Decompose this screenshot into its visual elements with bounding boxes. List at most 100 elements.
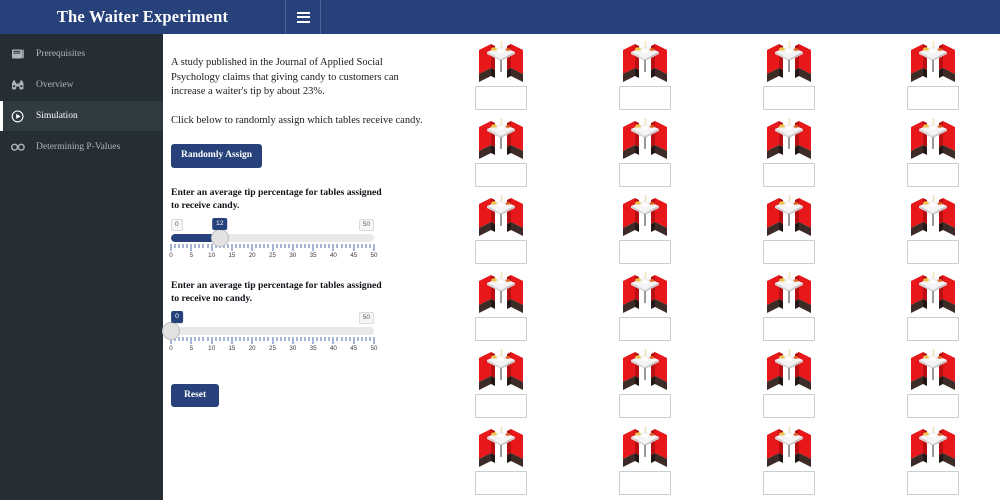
table-tip-input[interactable] — [475, 240, 527, 264]
table-cell — [600, 269, 744, 346]
restaurant-booth-icon — [763, 269, 815, 315]
candy-slider-label: Enter an average tip percentage for tabl… — [171, 186, 382, 211]
sidebar-item-label: Overview — [36, 80, 74, 90]
candy-tip-slider[interactable]: 0 50 12 0 5 10 15 20 25 30 35 40 45 50 — [169, 217, 377, 262]
table-tip-input[interactable] — [475, 86, 527, 110]
table-tip-input[interactable] — [907, 471, 959, 495]
candy-slider-track[interactable] — [171, 233, 374, 242]
restaurant-booth-icon — [907, 115, 959, 161]
restaurant-booth-icon — [475, 38, 527, 84]
table-cell — [744, 346, 888, 423]
slider-tick-label: 15 — [228, 251, 236, 259]
table-cell — [600, 346, 744, 423]
slider-tick-label: 10 — [208, 251, 216, 259]
table-tip-input[interactable] — [763, 240, 815, 264]
binoculars-icon — [11, 78, 27, 92]
slider-tick-label: 20 — [248, 251, 256, 259]
slider-tick-label: 30 — [289, 344, 297, 352]
slider-tick-label: 25 — [269, 251, 276, 259]
restaurant-booth-icon — [475, 423, 527, 469]
slider-tick-label: 45 — [350, 251, 358, 259]
restaurant-booth-icon — [907, 192, 959, 238]
table-tip-input[interactable] — [907, 317, 959, 341]
restaurant-booth-icon — [475, 346, 527, 392]
no-candy-slider-tick-labels: 0 5 10 15 20 25 30 35 40 45 50 — [169, 344, 377, 355]
table-cell — [744, 423, 888, 500]
no-candy-slider-track[interactable] — [171, 326, 374, 335]
restaurant-booth-icon — [907, 38, 959, 84]
table-tip-input[interactable] — [619, 163, 671, 187]
sidebar-item-label: Simulation — [36, 111, 78, 121]
table-tip-input[interactable] — [619, 86, 671, 110]
reset-button[interactable]: Reset — [171, 383, 220, 407]
table-tip-input[interactable] — [763, 86, 815, 110]
table-tip-input[interactable] — [763, 163, 815, 187]
restaurant-booth-icon — [763, 192, 815, 238]
table-cell — [888, 269, 1000, 346]
slider-tick-label: 20 — [248, 344, 256, 352]
table-tip-input[interactable] — [475, 471, 527, 495]
candy-slider-tick-labels: 0 5 10 15 20 25 30 35 40 45 50 — [169, 251, 377, 262]
table-cell — [456, 269, 600, 346]
table-tip-input[interactable] — [907, 240, 959, 264]
table-cell — [456, 192, 600, 269]
no-candy-slider-max-label: 50 — [358, 311, 374, 324]
tables-grid — [440, 34, 1000, 500]
table-tip-input[interactable] — [475, 317, 527, 341]
restaurant-booth-icon — [763, 423, 815, 469]
table-cell — [888, 192, 1000, 269]
no-candy-slider-ticks — [170, 336, 375, 345]
table-tip-input[interactable] — [763, 317, 815, 341]
no-candy-slider-handle[interactable] — [162, 321, 180, 340]
restaurant-booth-icon — [763, 346, 815, 392]
candy-slider-handle[interactable] — [210, 228, 229, 247]
restaurant-booth-icon — [619, 192, 671, 238]
table-tip-input[interactable] — [907, 86, 959, 110]
table-cell — [456, 423, 600, 500]
table-tip-input[interactable] — [475, 163, 527, 187]
table-cell — [888, 346, 1000, 423]
sidebar-item-determining-p-values[interactable]: Determining P-Values — [0, 132, 163, 162]
table-cell — [456, 38, 600, 115]
table-tip-input[interactable] — [475, 394, 527, 418]
table-cell — [456, 346, 600, 423]
slider-tick-label: 35 — [309, 251, 317, 259]
no-candy-slider-value-bubble: 0 — [171, 310, 183, 324]
hamburger-menu-button[interactable] — [286, 0, 320, 34]
slider-tick-label: 5 — [189, 251, 194, 259]
tables-grid-panel — [440, 34, 1000, 500]
restaurant-booth-icon — [475, 192, 527, 238]
table-tip-input[interactable] — [763, 471, 815, 495]
simulation-controls-panel: A study published in the Journal of Appl… — [162, 34, 440, 500]
table-cell — [888, 423, 1000, 500]
slider-tick-label: 40 — [329, 344, 337, 352]
randomly-assign-button[interactable]: Randomly Assign — [171, 144, 263, 168]
sidebar-item-prerequisites[interactable]: Prerequisites — [0, 39, 163, 69]
slider-tick-label: 35 — [309, 344, 317, 352]
table-tip-input[interactable] — [907, 163, 959, 187]
table-cell — [456, 115, 600, 192]
sidebar-item-overview[interactable]: Overview — [0, 70, 163, 100]
candy-slider-min-label: 0 — [171, 218, 183, 231]
table-tip-input[interactable] — [619, 240, 671, 264]
app-header: The Waiter Experiment — [0, 0, 1000, 34]
page-title: The Waiter Experiment — [56, 7, 229, 26]
glasses-icon — [11, 140, 27, 154]
table-cell — [600, 38, 744, 115]
sidebar-item-simulation[interactable]: Simulation — [0, 101, 163, 131]
slider-tick-label: 50 — [370, 344, 378, 352]
table-tip-input[interactable] — [619, 394, 671, 418]
restaurant-booth-icon — [475, 269, 527, 315]
instruction-paragraph: Click below to randomly assign which tab… — [171, 114, 423, 126]
table-cell — [600, 423, 744, 500]
slider-tick-label: 15 — [228, 344, 236, 352]
table-tip-input[interactable] — [619, 317, 671, 341]
table-tip-input[interactable] — [907, 394, 959, 418]
table-cell — [744, 38, 888, 115]
table-tip-input[interactable] — [619, 471, 671, 495]
restaurant-booth-icon — [907, 346, 959, 392]
no-candy-tip-slider[interactable]: 0 50 0 0 5 10 15 20 25 30 35 40 45 50 — [162, 310, 377, 355]
table-tip-input[interactable] — [763, 394, 815, 418]
restaurant-booth-icon — [619, 269, 671, 315]
study-description-paragraph: A study published in the Journal of Appl… — [171, 57, 399, 97]
